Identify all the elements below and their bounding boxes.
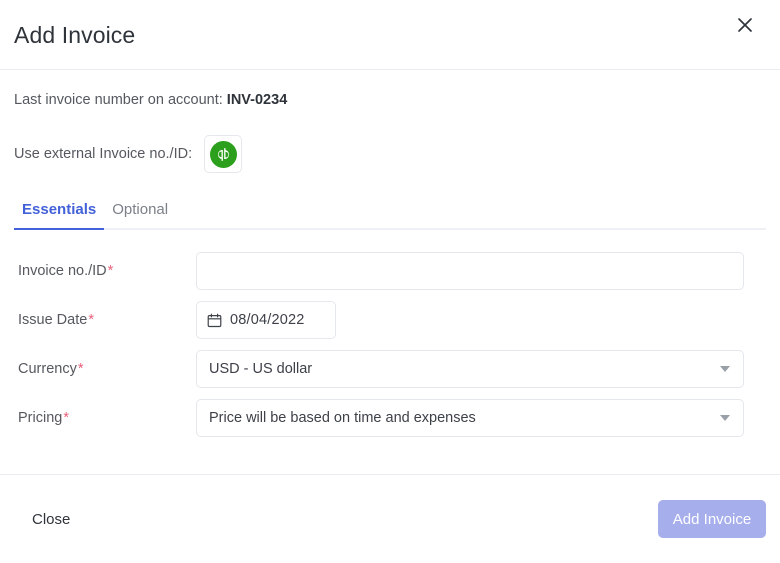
last-invoice-value: INV-0234 [226, 92, 288, 108]
issue-date-picker[interactable]: 08/04/2022 [196, 301, 336, 340]
required-marker: * [88, 312, 94, 329]
label-issue-date: Issue Date* [14, 312, 196, 328]
quickbooks-glyph [217, 148, 229, 161]
last-invoice-number: Last invoice number on account: INV-0234 [14, 70, 766, 109]
add-invoice-button[interactable]: Add Invoice [658, 500, 766, 538]
label-text: Pricing [18, 410, 63, 427]
invoice-form: Invoice no./ID* Issue Date* 08/04/2022 C… [14, 252, 766, 438]
field-row-currency: Currency* USD - US dollar [14, 350, 766, 389]
close-button[interactable]: Close [14, 505, 88, 534]
label-pricing: Pricing* [14, 410, 196, 426]
control-pricing: Price will be based on time and expenses [196, 399, 744, 438]
control-invoice-number [196, 252, 744, 291]
field-row-invoice-number: Invoice no./ID* [14, 252, 766, 291]
label-text: Issue Date [18, 312, 88, 329]
dialog-title: Add Invoice [14, 22, 136, 48]
dialog-body: Last invoice number on account: INV-0234… [0, 70, 780, 474]
close-icon[interactable] [728, 8, 762, 42]
currency-select[interactable]: USD - US dollar [196, 350, 744, 389]
external-invoice-row: Use external Invoice no./ID: [14, 134, 766, 174]
label-currency: Currency* [14, 361, 196, 377]
tab-essentials[interactable]: Essentials [14, 201, 105, 231]
dialog-footer: Close Add Invoice [0, 474, 780, 563]
chevron-down-icon [720, 415, 730, 422]
currency-value: USD - US dollar [209, 361, 313, 378]
close-glyph [738, 18, 752, 32]
required-marker: * [63, 410, 69, 427]
quickbooks-toggle-button[interactable] [204, 135, 243, 174]
field-row-issue-date: Issue Date* 08/04/2022 [14, 301, 766, 340]
quickbooks-icon [209, 140, 237, 168]
last-invoice-label: Last invoice number on account: [14, 92, 223, 108]
pricing-value: Price will be based on time and expenses [209, 410, 476, 427]
control-issue-date: 08/04/2022 [196, 301, 336, 340]
label-text: Invoice no./ID [18, 263, 107, 280]
pricing-select[interactable]: Price will be based on time and expenses [196, 399, 744, 438]
required-marker: * [107, 263, 114, 280]
calendar-icon [207, 313, 222, 327]
external-invoice-label: Use external Invoice no./ID: [14, 146, 193, 163]
control-currency: USD - US dollar [196, 350, 744, 389]
form-tabs: Essentials Optional [14, 196, 766, 231]
field-row-pricing: Pricing* Price will be based on time and… [14, 399, 766, 438]
invoice-number-input[interactable] [196, 252, 744, 291]
issue-date-value: 08/04/2022 [230, 312, 305, 329]
add-invoice-dialog: Add Invoice Last invoice number on accou… [0, 0, 780, 563]
required-marker: * [77, 361, 84, 378]
chevron-down-icon [720, 366, 730, 373]
label-invoice-number: Invoice no./ID* [14, 263, 196, 279]
label-text: Currency [18, 361, 77, 378]
tab-optional[interactable]: Optional [104, 201, 176, 228]
dialog-header: Add Invoice [0, 0, 780, 70]
